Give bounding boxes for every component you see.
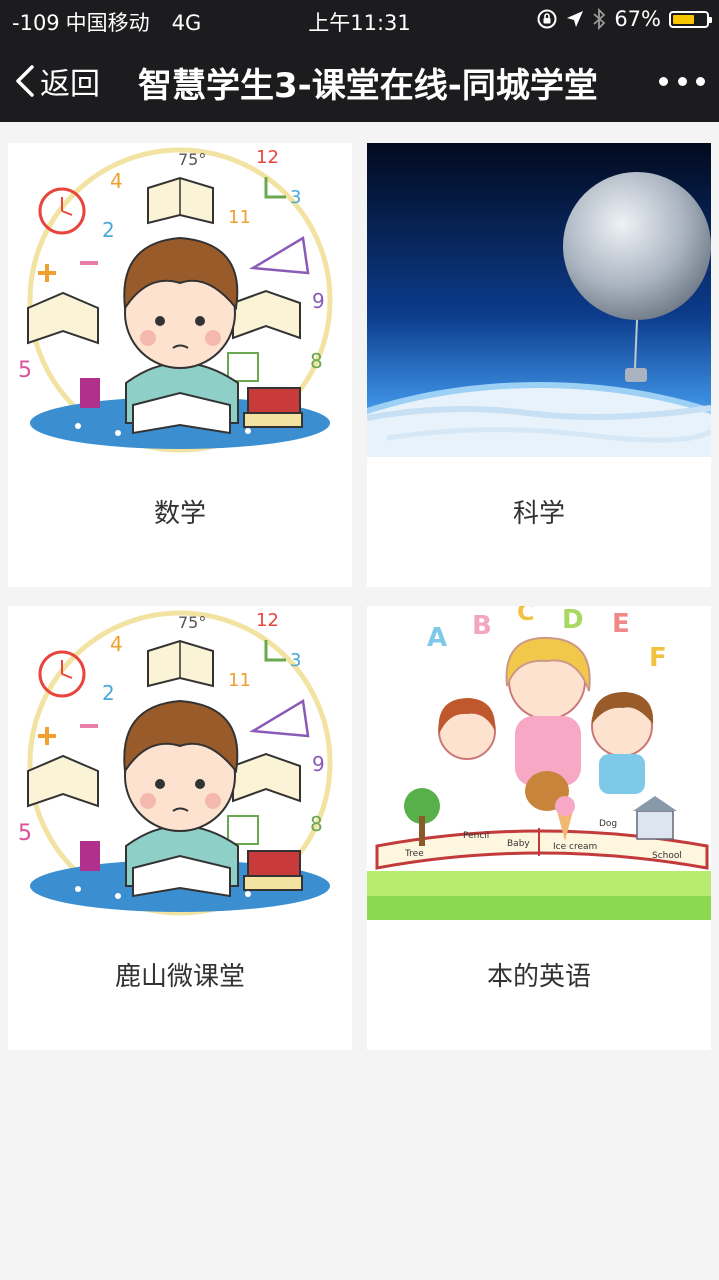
more-dot bbox=[696, 76, 705, 86]
course-label: 数学 bbox=[153, 499, 206, 529]
battery-fill bbox=[673, 14, 694, 24]
bluetooth-icon bbox=[593, 8, 606, 30]
app-header: -109 中国移动 4G 上午11:31 67% 返回 智慧学生3-课堂在线-同… bbox=[0, 0, 719, 122]
svg-text:D: D bbox=[562, 606, 584, 635]
back-label: 返回 bbox=[40, 67, 100, 102]
svg-text:Baby: Baby bbox=[507, 839, 530, 849]
svg-text:75°: 75° bbox=[178, 150, 206, 169]
course-card-lushan-micro-class[interactable]: 4 2 75° 12 3 11 9 8 5 鹿山微课堂 bbox=[8, 606, 352, 1050]
svg-text:Dog: Dog bbox=[599, 819, 617, 829]
course-label: 鹿山微课堂 bbox=[114, 962, 245, 992]
more-dot bbox=[659, 76, 668, 86]
more-menu-button[interactable] bbox=[659, 66, 705, 96]
svg-text:B: B bbox=[472, 611, 492, 641]
svg-text:75°: 75° bbox=[178, 613, 206, 632]
svg-text:5: 5 bbox=[18, 358, 32, 383]
cartoon-boy-math-illustration: 4 2 75° 12 3 11 9 8 5 bbox=[8, 143, 352, 457]
cartoon-boy-math-illustration: 4 2 75° 12 3 11 9 8 5 bbox=[8, 606, 352, 920]
svg-text:Ice cream: Ice cream bbox=[553, 842, 597, 852]
svg-text:Tree: Tree bbox=[404, 849, 424, 859]
nav-bar: 返回 智慧学生3-课堂在线-同城学堂 bbox=[0, 40, 719, 122]
svg-text:9: 9 bbox=[312, 752, 325, 776]
svg-text:4: 4 bbox=[110, 632, 123, 656]
orientation-lock-icon bbox=[537, 9, 557, 29]
course-thumbnail: A B C D E F Tree Pencil Baby Ice cream D… bbox=[367, 606, 711, 920]
battery-percent: 67% bbox=[614, 7, 661, 31]
battery-cap bbox=[709, 16, 712, 23]
svg-text:C: C bbox=[517, 606, 535, 626]
svg-text:3: 3 bbox=[290, 650, 301, 671]
svg-text:11: 11 bbox=[228, 207, 251, 228]
svg-text:F: F bbox=[649, 643, 667, 673]
battery-icon bbox=[669, 10, 712, 28]
chevron-left-icon bbox=[16, 65, 34, 97]
course-label: 本的英语 bbox=[486, 962, 591, 992]
course-label: 科学 bbox=[512, 499, 565, 529]
svg-text:A: A bbox=[427, 623, 447, 653]
svg-text:11: 11 bbox=[228, 670, 251, 691]
svg-text:School: School bbox=[652, 851, 682, 861]
course-card-english[interactable]: A B C D E F Tree Pencil Baby Ice cream D… bbox=[367, 606, 711, 1050]
svg-text:9: 9 bbox=[312, 289, 325, 313]
svg-text:12: 12 bbox=[256, 610, 279, 631]
more-dot bbox=[677, 76, 687, 86]
course-thumbnail bbox=[367, 143, 711, 457]
svg-text:Pencil: Pencil bbox=[463, 831, 489, 841]
svg-text:4: 4 bbox=[110, 169, 123, 193]
svg-text:8: 8 bbox=[310, 812, 323, 836]
course-thumbnail: 4 2 75° 12 3 11 9 8 5 bbox=[8, 143, 352, 457]
svg-text:2: 2 bbox=[102, 218, 115, 242]
location-arrow-icon bbox=[567, 11, 584, 27]
family-reading-book-illustration: A B C D E F Tree Pencil Baby Ice cream D… bbox=[367, 606, 711, 920]
space-balloon-photo bbox=[367, 143, 711, 457]
page-title: 智慧学生3-课堂在线-同城学堂 bbox=[138, 66, 598, 106]
svg-text:E: E bbox=[612, 609, 630, 639]
back-button[interactable]: 返回 bbox=[14, 60, 100, 102]
course-thumbnail: 4 2 75° 12 3 11 9 8 5 bbox=[8, 606, 352, 920]
svg-text:3: 3 bbox=[290, 187, 301, 208]
svg-text:2: 2 bbox=[102, 681, 115, 705]
svg-text:5: 5 bbox=[18, 821, 32, 846]
status-bar: -109 中国移动 4G 上午11:31 67% bbox=[0, 0, 719, 40]
course-card-math[interactable]: 4 2 75° 12 3 11 9 8 5 数学 bbox=[8, 143, 352, 587]
svg-text:8: 8 bbox=[310, 349, 323, 373]
course-card-science[interactable]: 科学 bbox=[367, 143, 711, 587]
status-right: 67% bbox=[536, 7, 712, 31]
svg-text:12: 12 bbox=[256, 147, 279, 168]
